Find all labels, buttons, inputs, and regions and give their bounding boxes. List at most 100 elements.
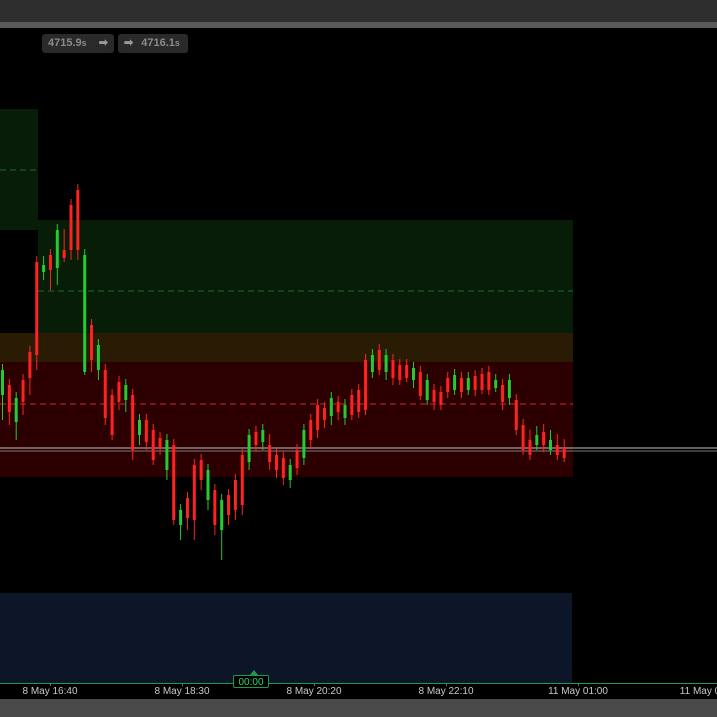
candle-body (384, 355, 388, 372)
candle-body (336, 402, 340, 412)
candle-body (69, 205, 73, 250)
x-tick-label: 8 May 18:30 (154, 686, 210, 697)
candle-body (21, 380, 25, 402)
candle-body (295, 450, 299, 468)
time-axis[interactable] (0, 683, 717, 699)
bottom-scrollbar[interactable] (0, 699, 717, 717)
candle-body (55, 230, 59, 268)
candle-body (48, 255, 52, 270)
candle-body (76, 190, 80, 250)
candle-body (275, 455, 278, 470)
candle-body (528, 440, 532, 455)
candle-body (439, 392, 443, 405)
candle-body (343, 405, 347, 418)
candle-body (377, 350, 381, 370)
candle-body (110, 395, 114, 435)
candle-body (83, 255, 87, 372)
candle-body (90, 325, 94, 360)
candle-body (364, 360, 368, 410)
candle-body (453, 375, 457, 390)
candle-body (254, 432, 258, 445)
candle-body (322, 408, 326, 420)
candle-body (247, 435, 251, 462)
candle-body (14, 398, 18, 422)
candle-body (213, 490, 217, 525)
candle-body (103, 370, 107, 418)
candle-body (138, 420, 141, 435)
candle-body (391, 360, 395, 378)
candle-body (412, 368, 415, 380)
candle-body (555, 445, 559, 455)
candle-body (425, 380, 429, 400)
candle-body (418, 372, 422, 396)
cursor-time-label: 00:00 (233, 675, 269, 688)
candle-body (206, 470, 210, 500)
top-toolbar (0, 0, 717, 22)
candle-body (227, 495, 231, 515)
candle-body (302, 430, 306, 458)
chart-area[interactable] (0, 28, 717, 683)
x-tick-label: 8 May 20:20 (286, 686, 342, 697)
supply-zone (38, 220, 573, 333)
candle-body (172, 445, 176, 520)
candlestick-chart[interactable] (0, 28, 717, 683)
candle-body (268, 445, 272, 462)
lower-zone (0, 593, 572, 683)
candle-body (446, 378, 450, 392)
candle-body (487, 372, 491, 390)
candle-body (1, 370, 4, 395)
candle-body (233, 480, 237, 510)
ask-price-value: 4716.1 (141, 37, 175, 49)
candle-body (124, 385, 128, 400)
candle-body (165, 440, 169, 470)
candle-body (507, 380, 511, 398)
candle-body (220, 500, 224, 530)
candle-body (117, 382, 121, 402)
candle-body (42, 265, 46, 272)
x-tick-label: 11 May 01:00 (548, 686, 608, 697)
bid-price-value: 4715.9 (48, 37, 82, 49)
candle-body (151, 430, 155, 460)
candle-body (549, 440, 552, 450)
candle-body (350, 395, 354, 415)
candle-body (199, 460, 203, 480)
candle-body (192, 465, 196, 520)
candle-body (7, 385, 11, 412)
candle-body (158, 438, 162, 448)
candle-body (514, 400, 518, 430)
candle-body (96, 345, 100, 370)
candle-body (35, 262, 39, 355)
candle-body (281, 458, 285, 478)
candle-body (62, 250, 66, 258)
candle-body (144, 420, 148, 442)
candle-body (501, 385, 505, 402)
candle-body (309, 420, 313, 440)
candle-body (405, 365, 409, 378)
demand-zone (0, 362, 573, 477)
candle-body (480, 374, 484, 390)
candle-body (542, 432, 546, 445)
candle-body (459, 378, 463, 392)
candle-body (357, 390, 361, 412)
ask-price-button[interactable]: ➡ 4716.1 s (118, 34, 188, 53)
candle-body (494, 380, 498, 388)
ask-price-suffix: s (174, 38, 180, 48)
candle-body (370, 355, 374, 372)
candle-body (185, 498, 189, 518)
candle-body (316, 405, 320, 430)
candle-body (131, 395, 135, 450)
candle-body (179, 510, 183, 525)
x-tick-label: 11 May 0 (679, 686, 717, 697)
candle-body (261, 430, 265, 442)
bid-price-suffix: s (81, 38, 87, 48)
candle-body (329, 398, 333, 416)
candle-body (562, 448, 566, 458)
arrow-right-icon: ➡ (124, 37, 134, 49)
candle-body (466, 378, 470, 390)
candle-body (521, 425, 525, 450)
arrow-right-icon: ➡ (98, 37, 108, 49)
candle-body (398, 365, 402, 380)
bid-price-button[interactable]: 4715.9 s ➡ (42, 34, 114, 53)
candle-body (240, 455, 244, 505)
x-tick-label: 8 May 16:40 (22, 686, 78, 697)
